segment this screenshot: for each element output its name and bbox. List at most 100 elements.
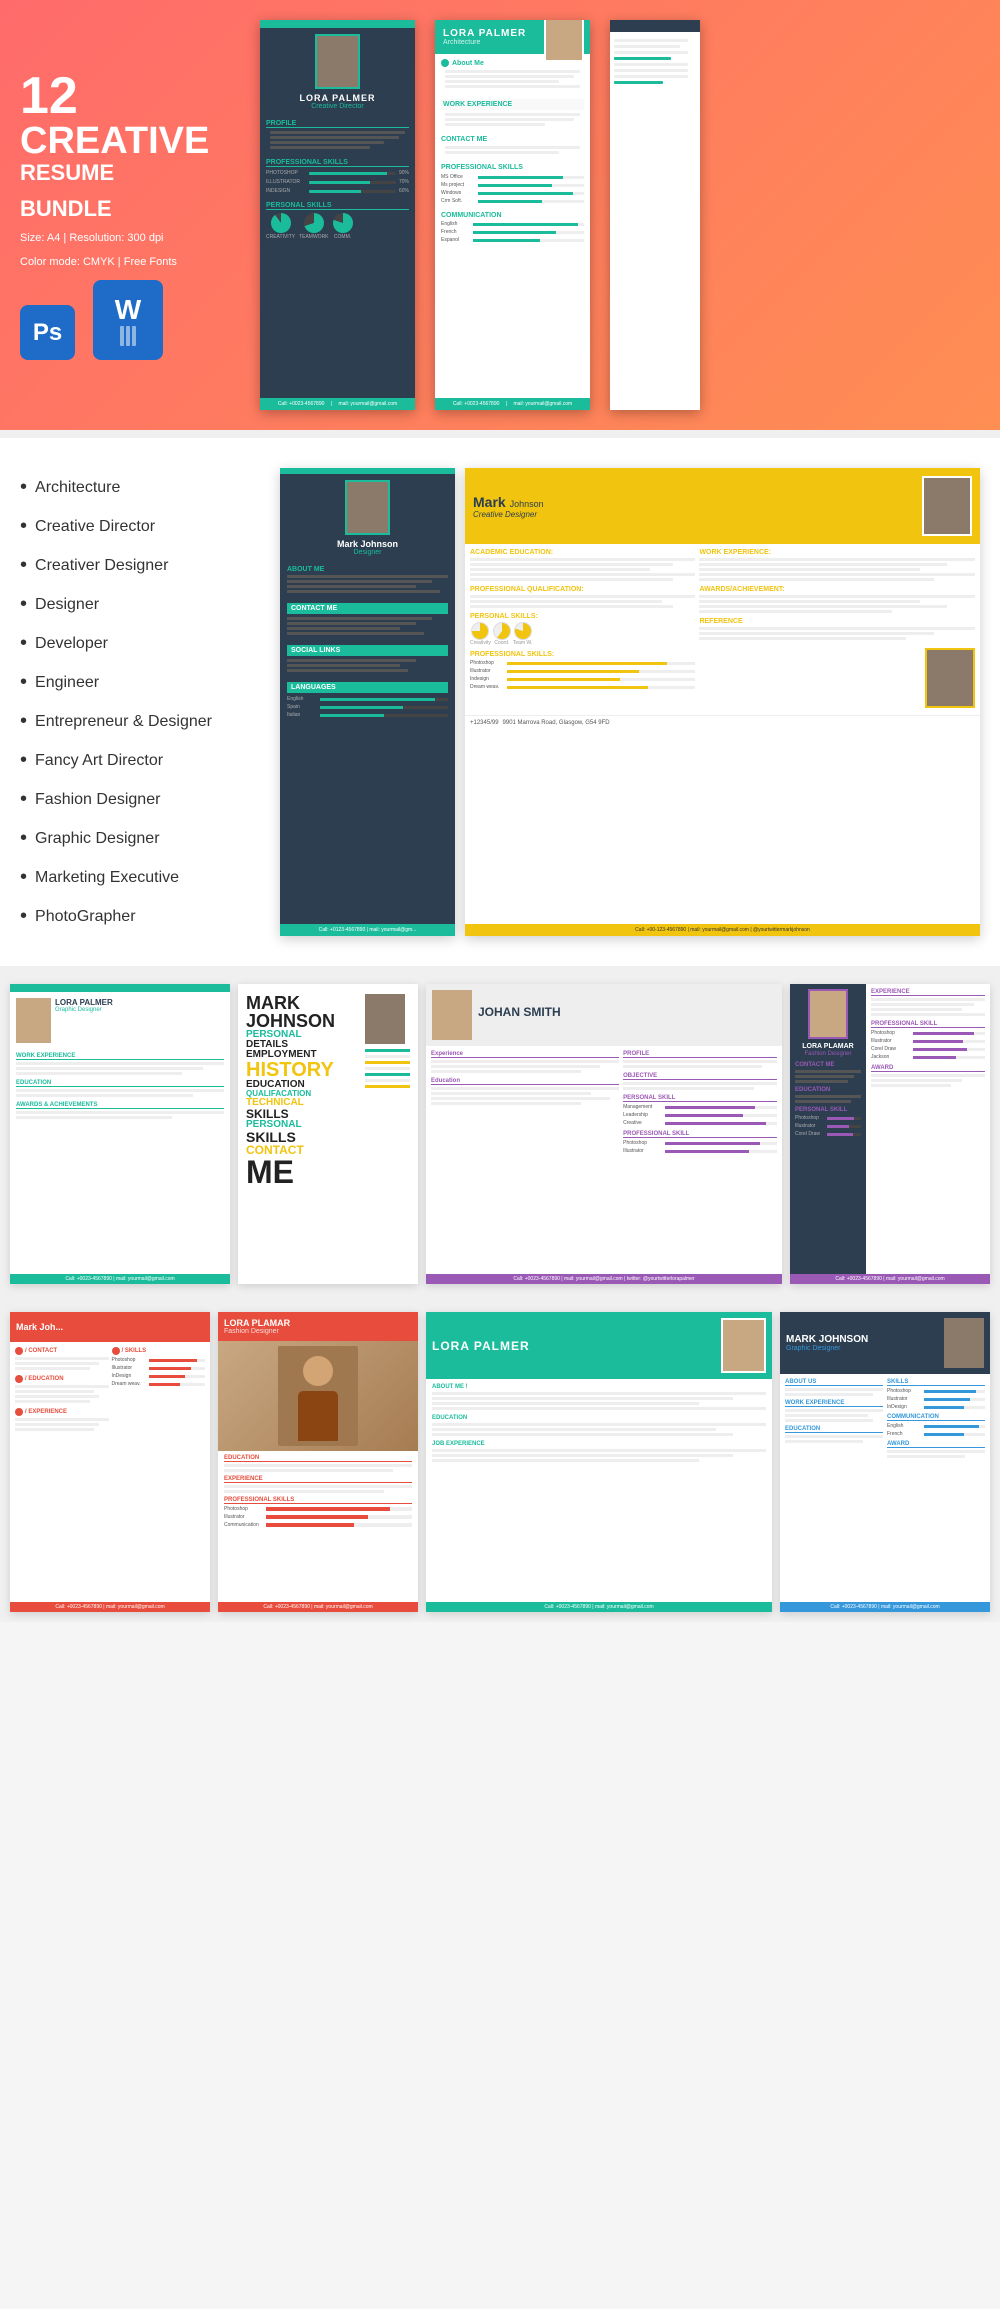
rls-title: Graphic Designer [55,1007,113,1013]
rp2-email: mail: yourmail@gmail.com [513,401,572,407]
list-item-photographer-text: PhotoGrapher [35,908,136,926]
rmc-prosk-3: Indesign [470,676,695,682]
list-item-graphic-text: Graphic Designer [35,830,160,848]
list-item-engineer: Engineer [20,663,260,702]
rlt2-photo [721,1318,766,1373]
resume-preview-3-partial [610,20,700,410]
rp2-comm-items: English French Espanol [441,221,584,243]
banner-bundle: BUNDLE [20,196,240,222]
list-item-fancy-art: Fancy Art Director [20,741,260,780]
resume-lora-teal2: LORA PALMER ABOUT ME ! EDUCATION JOB EXP… [426,1312,772,1612]
divider-2 [0,966,1000,974]
rp2-photo [544,20,584,62]
rmc-addr: 9901 Marrova Road, Glasgow, G54 9FD [503,720,610,726]
rlf-name: LORA PLAMAR [224,1318,412,1328]
rmd-title: Designer [286,549,449,556]
list-item-architecture-text: Architecture [35,479,120,497]
rp1-call: Call: +0023-4567890 [278,401,325,407]
list-item-developer: Developer [20,624,260,663]
rp1-personal-skills: PERSONAL SKILLS CREATIVITY TEAMWORK COMM… [260,198,415,244]
rlf-photo-area [218,1341,418,1451]
rmm-com1: English [887,1423,985,1429]
rp1-skills: PROFESSIONAL SKILLS PHOTOSHOP 90% ILLUST… [260,155,415,198]
rmw-header: MARK JOHNSON PERSONAL DETAILS EMPLOYMENT… [246,994,410,1188]
rmm-sk3: InDesign [887,1404,985,1410]
rmd-photo [345,480,390,535]
rp2-call: Call: +0023-4567890 [453,401,500,407]
rmd-footer: Call: +0123-4567890 | mail: yourmail@gm.… [280,924,455,936]
rjh-right: PROFILE OBJECTIVE PERSONAL SKILL Managem… [623,1051,777,1156]
resume-mark-multi: MARK JOHNSON Graphic Designer ABOUT US W… [780,1312,990,1612]
rp1-title: Creative Director [266,103,409,110]
rmr-contact-lbl: / CONTACT [15,1347,109,1355]
rlt2-name-area: LORA PALMER [432,1339,715,1353]
rmm-sk2: Illustrator [887,1396,985,1402]
rjh-photo [432,990,472,1040]
rp1-pie-1: CREATIVITY [266,213,295,240]
rlt2-body: ABOUT ME ! EDUCATION JOB EXPERIENCE [426,1379,772,1469]
rp1-skill-3: INDESIGN 60% [266,188,409,194]
rmc-phone: +12345/99 [470,720,499,726]
rmc-left: ACADEMIC EDUCATION: PROFESSIONAL QUALIFI… [470,549,695,708]
rlp-title: Fashion Designer [795,1051,861,1057]
rjh-body: Experience Education PROFILE [426,1046,782,1161]
rlp-footer: Call: +0023-4567890 | mail: yourmail@gma… [790,1274,990,1284]
template-list-ul: Architecture Creative Director Creativer… [20,468,260,936]
word-icon: W [93,280,163,360]
rjh-two-col: JOHAN SMITH Experience Education [426,984,782,1284]
software-icons: Ps W [20,280,240,360]
list-item-creative-designer: Creativer Designer [20,546,260,585]
rp2-photo-wrapper [544,20,584,62]
rmd-lang-it: Italian [287,712,448,718]
rls-body: WORK EXPERIENCE EDUCATION AWARDS & ACHIE… [10,1049,230,1125]
list-item-graphic: Graphic Designer [20,819,260,858]
rp2-communication: COMMUNICATION English French Espanol [435,208,590,247]
section-3: LORA PALMER Graphic Designer WORK EXPERI… [0,974,1000,1294]
rlf-header: LORA PLAMAR Fashion Designer [218,1312,418,1341]
rp1-skill-1: PHOTOSHOP 90% [266,170,409,176]
rlp-left: LORA PLAMAR Fashion Designer CONTACT ME … [790,984,866,1284]
rlf-sk2: Illustrator [224,1514,412,1520]
rlp-sk3: Corel Draw [795,1131,861,1137]
rjh-footer: Call: +0023-4567890 | mail: yourmail@gma… [426,1274,782,1284]
list-item-designer: Designer [20,585,260,624]
rmc-prosk-2: Illustrator [470,668,695,674]
rmm-photo [944,1318,984,1368]
rmm-title: Graphic Designer [786,1345,940,1352]
rp2-sk3: Windows [441,190,584,196]
word-label: W [115,294,141,326]
rp1-email: mail: yourmail@gmail.com [338,401,397,407]
rp1-photo-area: LORA PALMER Creative Director [260,28,415,116]
resume-lora-purple: LORA PLAMAR Fashion Designer CONTACT ME … [790,984,990,1284]
rmm-sk1: Photoshop [887,1388,985,1394]
rls-header: LORA PALMER Graphic Designer [10,992,230,1049]
rmc-body: ACADEMIC EDUCATION: PROFESSIONAL QUALIFI… [465,544,980,713]
rp2-sk2: Ms project [441,182,584,188]
rmw-right [365,994,410,1091]
rp2-sk4: Crm Soft. [441,198,584,204]
rlf-photo [278,1346,358,1446]
rmw-text: MARK JOHNSON PERSONAL DETAILS EMPLOYMENT… [246,994,335,1188]
list-item-marketing: Marketing Executive [20,858,260,897]
banner-text: 12 CREATIVE RESUME BUNDLE Size: A4 | Res… [20,70,240,360]
rmw-me: ME [246,1156,335,1188]
rmr-exp-lbl: / EXPERIENCE [15,1408,109,1416]
resume-lora-fashion: LORA PLAMAR Fashion Designer EDUCATION E… [218,1312,418,1612]
rmc-title: Creative Designer [473,510,916,519]
rlp-right: EXPERIENCE PROFESSIONAL SKILL Photoshop … [866,984,990,1284]
rmm-name: MARK JOHNSON [786,1334,940,1345]
rlf-sk1: Photoshop [224,1506,412,1512]
rlp-sk1: Photoshop [795,1115,861,1121]
rmc-prosk-4: Dream weav. [470,684,695,690]
rmr-name: Mark Joh... [16,1322,63,1332]
rmc-ps-1: Creativity [470,622,491,646]
rjh-main: JOHAN SMITH Experience Education [426,984,782,1284]
rjh-psk1: Photoshop [623,1140,777,1146]
rmd-lang-es: Spain [287,704,448,710]
rlp-cols: LORA PLAMAR Fashion Designer CONTACT ME … [790,984,990,1284]
rmd-name: Mark Johnson [286,539,449,549]
rp2-comm-fr: French [441,229,584,235]
rmm-footer: Call: +0023-4567890 | mail: yourmail@gma… [780,1602,990,1612]
rmc-header: Mark Johnson Creative Designer [465,468,980,544]
rmr-footer: Call: +0023-4567890 | mail: yourmail@gma… [10,1602,210,1612]
